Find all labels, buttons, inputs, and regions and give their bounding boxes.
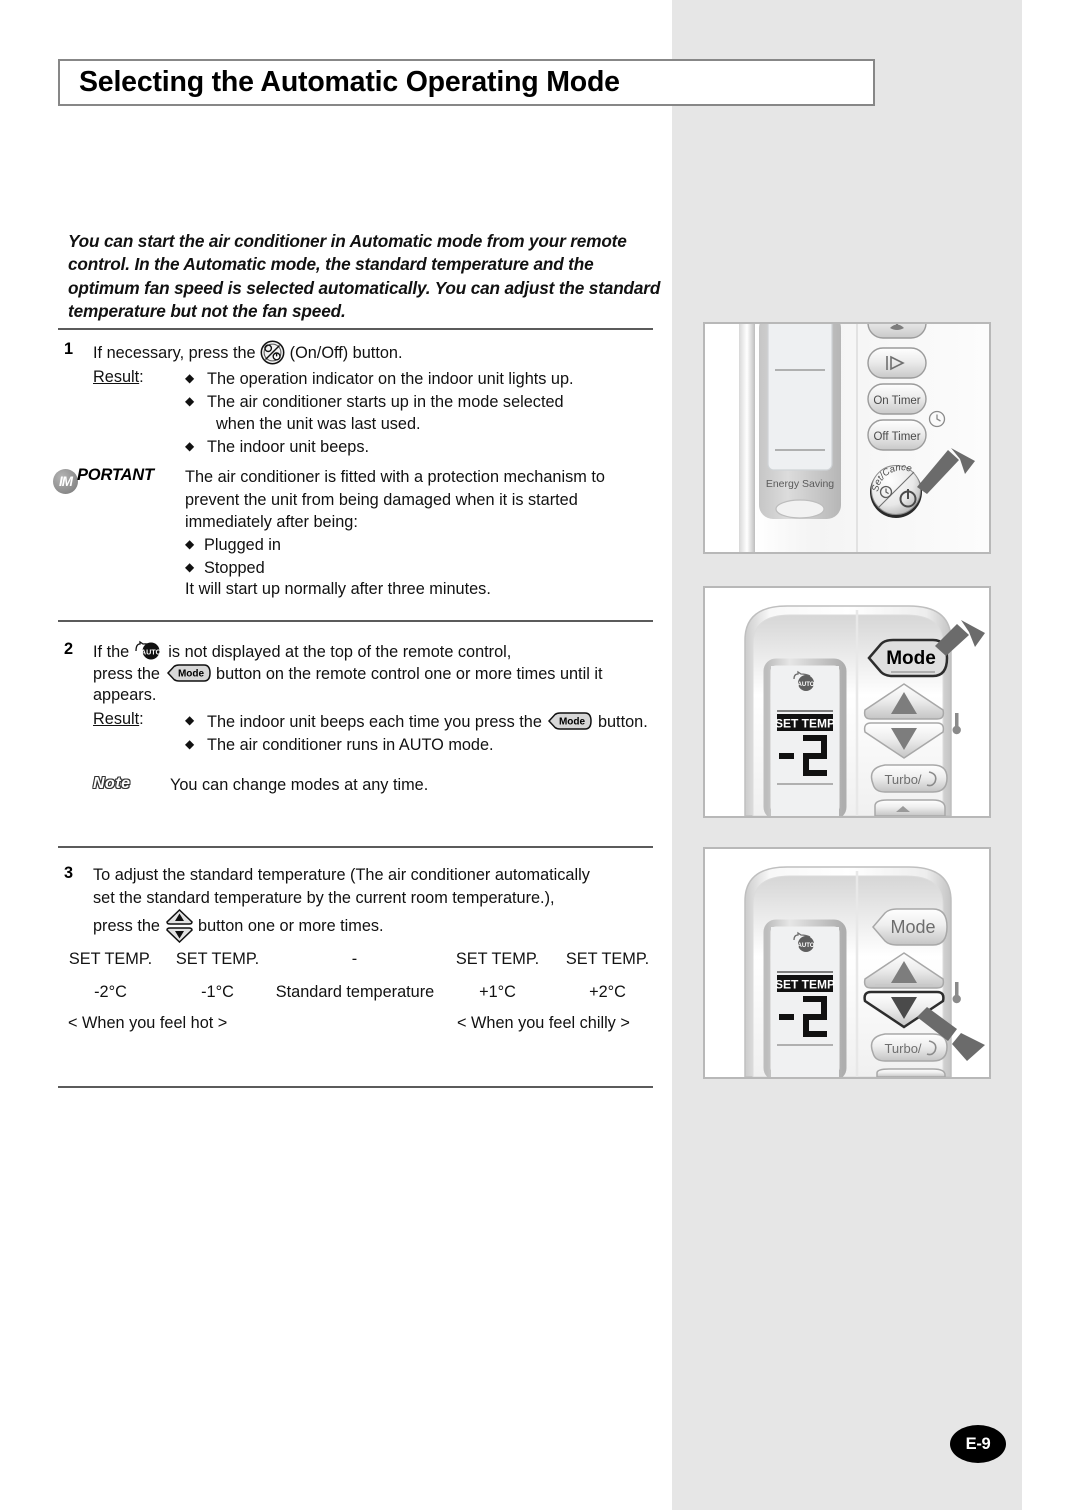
step-1-result-bullets: The operation indicator on the indoor un…: [185, 367, 574, 459]
step-1-text: If necessary, press the (On/Off) button.: [93, 340, 402, 365]
step-1-text-after: (On/Off) button.: [289, 344, 403, 362]
mode-button-icon: Mode: [165, 662, 212, 684]
auto-mode-icon: AUTO: [134, 640, 164, 662]
step-3-line-2: set the standard temperature by the curr…: [93, 889, 555, 907]
svg-text:Off Timer: Off Timer: [873, 431, 920, 443]
svg-text:Mode: Mode: [890, 917, 935, 937]
important-badge: IM PORTANT: [53, 466, 154, 494]
temp-up-down-button-icon: [165, 908, 194, 944]
lcd-set-temp-label: SET TEMP: [775, 717, 835, 731]
step-2-text-before: If the: [93, 643, 130, 661]
list-item: The air conditioner runs in AUTO mode.: [185, 733, 648, 757]
step-3-line3-after: button one or more times.: [198, 917, 384, 935]
divider-step2: [58, 620, 653, 622]
remote-mode-panel: AUTO SET TEMP Mode Turbo/: [703, 586, 991, 818]
list-item: The air conditioner starts up in the mod…: [185, 390, 574, 414]
step-3-number: 3: [64, 864, 74, 882]
page-number: E-9: [950, 1425, 1006, 1463]
fan-button: [867, 324, 927, 339]
step-1-text-before: If necessary, press the: [93, 344, 256, 362]
divider-top: [58, 328, 653, 330]
step-1-result-label: Result:: [93, 368, 144, 386]
energy-saving-label: Energy Saving: [766, 478, 834, 490]
temp-value-4: +2°C: [589, 983, 626, 1001]
step-2-result-label: Result:: [93, 710, 144, 728]
remote-temp-panel: AUTO SET TEMP Mode Turbo/: [703, 847, 991, 1079]
mode-button: Mode: [867, 638, 949, 678]
step-2-number: 2: [64, 640, 74, 658]
step-2-line-1: If the AUTO is not displayed at the top …: [93, 640, 511, 664]
important-body: The air conditioner is fitted with a pro…: [185, 466, 605, 534]
temp-header-4: SET TEMP.: [565, 950, 650, 968]
step-2-line-2: press the Mode button on the remote cont…: [93, 662, 602, 686]
step-3-line-3: press the button one or more times.: [93, 908, 384, 944]
list-item: Stopped: [185, 556, 281, 580]
mode-button: Mode: [872, 908, 948, 946]
svg-text:AUTO: AUTO: [798, 682, 815, 688]
step-2-text-after: is not displayed at the top of the remot…: [168, 643, 512, 661]
remote-onoff-panel: Energy Saving On Timer Off Timer Set/Can…: [703, 322, 991, 554]
important-line: immediately after being:: [185, 513, 358, 531]
airflow-button: [867, 347, 927, 379]
turbo-button: Turbo/: [870, 764, 948, 793]
divider-step3: [58, 846, 653, 848]
important-badge-text: PORTANT: [77, 466, 154, 484]
turbo-button: Turbo/: [870, 1033, 948, 1062]
step-2-line2-after: button on the remote control one or more…: [216, 665, 603, 683]
list-item: The operation indicator on the indoor un…: [185, 367, 574, 391]
temp-header-1: SET TEMP.: [175, 950, 260, 968]
svg-text:Mode: Mode: [559, 717, 586, 728]
temp-header-3: SET TEMP.: [455, 950, 540, 968]
on-off-button-icon: [260, 340, 285, 365]
temp-header-2: -: [351, 950, 358, 968]
mode-button-icon: Mode: [546, 710, 593, 732]
list-item-continuation: when the unit was last used.: [216, 415, 421, 433]
note-badge: Note: [93, 775, 131, 792]
svg-text:Turbo/: Turbo/: [884, 1041, 921, 1056]
temp-value-3: +1°C: [479, 983, 516, 1001]
important-bullets: Plugged in Stopped: [185, 533, 281, 580]
important-line: prevent the unit from being damaged when…: [185, 490, 578, 509]
page-title: Selecting the Automatic Operating Mode: [79, 66, 620, 98]
important-line: The air conditioner is fitted with a pro…: [185, 468, 605, 486]
list-item: The indoor unit beeps.: [185, 435, 574, 459]
temp-value-2: Standard temperature: [275, 983, 435, 1001]
svg-text:AUTO: AUTO: [141, 647, 162, 656]
list-item: Plugged in: [185, 533, 281, 557]
step-3-line-1: To adjust the standard temperature (The …: [93, 866, 590, 884]
temp-caption-chilly: < When you feel chilly >: [457, 1014, 630, 1032]
step-2-result-bullets: The indoor unit beeps each time you pres…: [185, 709, 648, 757]
intro-paragraph: You can start the air conditioner in Aut…: [68, 231, 661, 321]
step-2-line-3: appears.: [93, 686, 157, 704]
step-3-line3-before: press the: [93, 917, 160, 935]
lcd-set-temp-label: SET TEMP: [775, 978, 835, 992]
page-title-box: Selecting the Automatic Operating Mode: [58, 59, 875, 106]
svg-text:Turbo/: Turbo/: [884, 772, 921, 787]
manual-page: Selecting the Automatic Operating Mode Y…: [0, 0, 1080, 1510]
svg-text:Mode: Mode: [177, 669, 204, 680]
divider-bottom: [58, 1086, 653, 1088]
svg-text:Mode: Mode: [886, 648, 936, 669]
on-timer-button: On Timer: [867, 383, 927, 415]
temp-caption-hot: < When you feel hot >: [68, 1014, 228, 1032]
step-2-line2-before: press the: [93, 665, 160, 683]
step-2-bullet1-before: The indoor unit beeps each time you pres…: [207, 713, 542, 731]
list-item: The indoor unit beeps each time you pres…: [185, 709, 648, 734]
svg-text:AUTO: AUTO: [798, 943, 815, 949]
step-1-number: 1: [64, 340, 74, 358]
important-badge-circle: IM: [53, 469, 78, 494]
important-closing: It will start up normally after three mi…: [185, 580, 491, 598]
svg-text:On Timer: On Timer: [873, 395, 920, 407]
step-2-bullet1-after: button.: [597, 713, 648, 731]
note-text: You can change modes at any time.: [170, 776, 429, 794]
off-timer-button: Off Timer: [867, 419, 927, 451]
